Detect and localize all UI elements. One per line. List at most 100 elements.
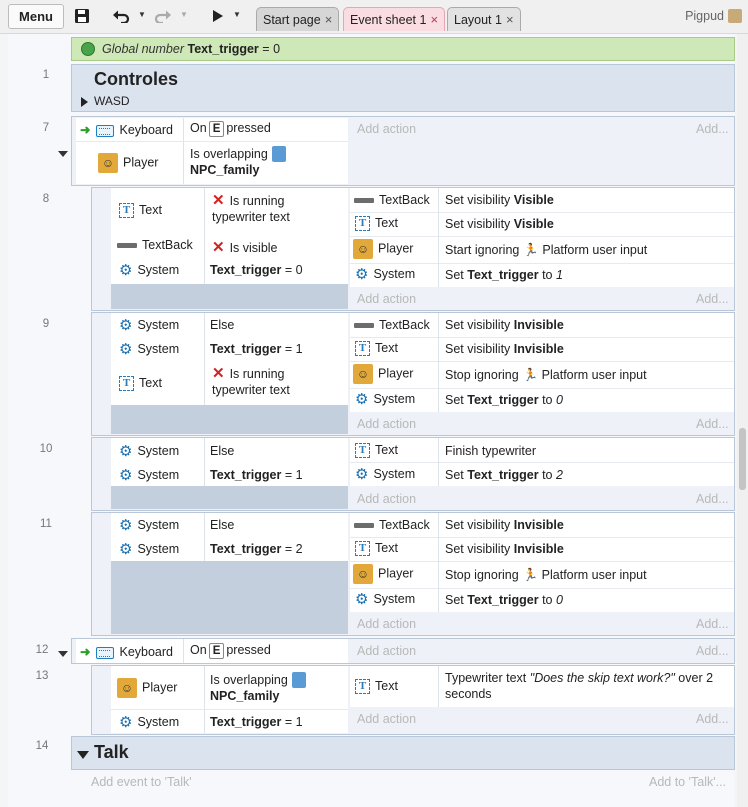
object-name: Text (375, 216, 398, 230)
condition-row[interactable]: ⚙ System (119, 468, 179, 483)
add-action-link[interactable]: Add action (357, 292, 416, 306)
tab-event-sheet-1[interactable]: Event sheet 1 × (343, 7, 446, 31)
global-variable[interactable]: Global number Text_trigger = 0 (71, 37, 735, 61)
condition-text[interactable]: Text_trigger = 2 (210, 542, 303, 556)
scrollbar[interactable] (737, 34, 748, 807)
undo-dropdown-icon[interactable]: ▼ (138, 10, 146, 19)
expand-icon[interactable] (81, 96, 88, 110)
condition-row[interactable]: ⚙ System (119, 518, 179, 533)
menu-button[interactable]: Menu (8, 4, 64, 29)
npc-family-icon (291, 672, 306, 688)
add-action-link[interactable]: Add action (357, 492, 416, 506)
user-avatar[interactable] (728, 9, 742, 23)
condition-text[interactable]: Text_trigger = 1 (210, 715, 303, 729)
variable-name: Text_trigger (210, 468, 282, 482)
condition-row[interactable]: T Text (119, 203, 162, 219)
condition-text[interactable]: ✕ Is visible (212, 238, 278, 256)
collapse-icon[interactable] (58, 646, 68, 660)
condition-row[interactable]: ⚙ System (119, 342, 179, 357)
condition-text[interactable]: Else (210, 318, 234, 332)
condition-text[interactable]: Text_trigger = 1 (210, 468, 303, 482)
text-object-icon: T (355, 216, 370, 232)
textback-sprite-icon (117, 243, 137, 249)
gear-icon: ⚙ (119, 341, 133, 359)
add-link[interactable]: Add... (696, 292, 729, 306)
condition-text[interactable]: On Epressed (190, 643, 271, 659)
group-talk[interactable] (71, 736, 735, 770)
condition-row[interactable]: TextBack (117, 238, 193, 252)
action-quote: "Does the skip text work?" (529, 671, 675, 685)
action-row[interactable] (350, 438, 734, 462)
undo-icon[interactable] (110, 6, 132, 26)
platform-behavior-icon: 🏃 (523, 243, 539, 258)
collapse-icon[interactable] (77, 748, 89, 762)
empty-conditions (111, 486, 348, 509)
close-icon[interactable]: × (506, 12, 514, 27)
redo-dropdown-icon[interactable]: ▼ (180, 10, 188, 19)
condition-row[interactable]: ☺ Player (117, 678, 177, 698)
object-name: TextBack (142, 238, 193, 252)
play-icon[interactable] (208, 6, 228, 26)
add-link[interactable]: Add... (696, 644, 729, 658)
action-value: 0 (555, 593, 563, 607)
collapse-icon[interactable] (58, 146, 68, 160)
condition-text-line: Else (210, 518, 235, 532)
condition-row[interactable]: ➜ Keyboard (80, 122, 173, 137)
user-name[interactable]: Pigpud (685, 9, 724, 23)
add-event-link[interactable]: Add event to 'Talk' (91, 775, 192, 789)
object-name: Text (139, 203, 162, 217)
action-verb: Set (445, 593, 464, 607)
add-action-link[interactable]: Add action (357, 417, 416, 431)
condition-text[interactable]: Is overlapping NPC_family (210, 672, 306, 704)
condition-row[interactable]: T Text (119, 376, 162, 392)
add-action-link[interactable]: Add action (357, 617, 416, 631)
group-title: Controles (94, 69, 179, 89)
compare-value: = 0 (284, 263, 303, 277)
condition-text-line: Is running (229, 367, 285, 381)
condition-row[interactable]: ⚙ System (119, 715, 179, 730)
redo-icon[interactable] (152, 6, 174, 26)
gear-icon: ⚙ (355, 466, 369, 484)
condition-text[interactable]: ✕ Is running typewriter text (212, 366, 290, 398)
action-to: to (542, 268, 553, 282)
condition-row[interactable]: ⚙ System (119, 444, 179, 459)
scrollbar-thumb[interactable] (739, 428, 746, 490)
add-link[interactable]: Add... (696, 712, 729, 726)
tab-start-page[interactable]: Start page × (256, 7, 340, 31)
add-link[interactable]: Add... (696, 617, 729, 631)
condition-text[interactable]: Text_trigger = 0 (210, 263, 303, 277)
add-to-link[interactable]: Add to 'Talk'... (649, 775, 726, 789)
add-link[interactable]: Add... (696, 122, 729, 136)
empty-conditions (111, 561, 348, 634)
object-name: System (137, 342, 180, 356)
npc-family-icon (271, 146, 286, 162)
add-action-link[interactable]: Add action (357, 122, 416, 136)
close-icon[interactable]: × (325, 12, 333, 27)
condition-row[interactable]: ☺ Player (98, 153, 158, 173)
condition-text[interactable]: ✕ Is running typewriter text (212, 193, 290, 225)
save-icon[interactable] (72, 6, 92, 26)
add-action-link[interactable]: Add action (357, 644, 416, 658)
add-link[interactable]: Add... (696, 417, 729, 431)
close-icon[interactable]: × (430, 12, 438, 27)
condition-row[interactable]: ⚙ System (119, 542, 179, 557)
object-name: System (137, 318, 180, 332)
condition-text[interactable]: Is overlapping NPC_family (190, 146, 286, 178)
tab-layout-1[interactable]: Layout 1 × (447, 7, 521, 31)
play-dropdown-icon[interactable]: ▼ (233, 10, 241, 19)
action-unit: seconds (445, 687, 492, 701)
condition-text[interactable]: On Epressed (190, 121, 271, 137)
condition-row[interactable]: ⚙ System (119, 263, 179, 278)
add-action-link[interactable]: Add action (357, 712, 416, 726)
action-verb: Stop ignoring (445, 568, 519, 582)
object-name: TextBack (379, 518, 430, 532)
gear-icon: ⚙ (119, 467, 133, 485)
condition-text[interactable]: Else (210, 518, 234, 532)
condition-text[interactable]: Else (210, 444, 234, 458)
condition-text[interactable]: Text_trigger = 1 (210, 342, 303, 356)
action-value: Visible (513, 217, 554, 231)
add-link[interactable]: Add... (696, 492, 729, 506)
condition-row[interactable]: ➜ Keyboard (80, 644, 173, 659)
condition-row[interactable]: ⚙ System (119, 318, 179, 333)
trigger-arrow-icon: ➜ (80, 645, 91, 659)
